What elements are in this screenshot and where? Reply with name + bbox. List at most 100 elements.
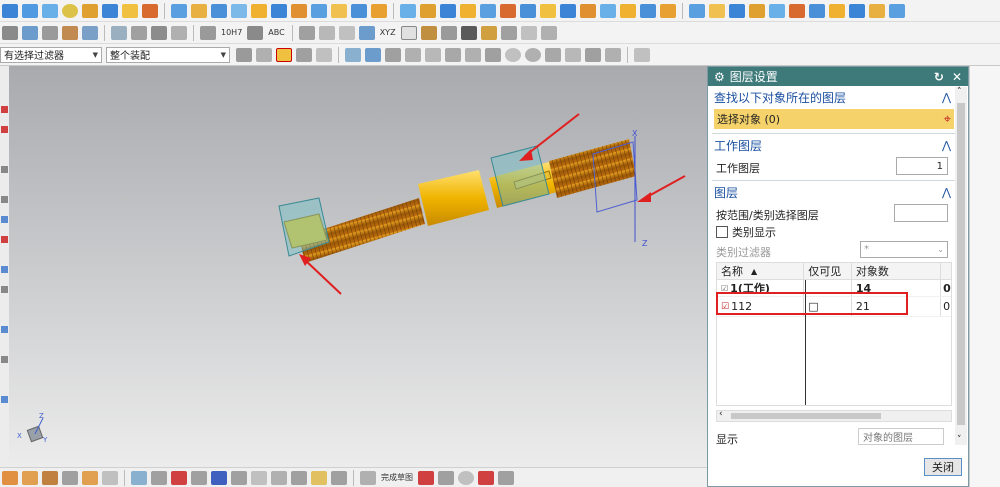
clear-selection-icon[interactable] — [605, 47, 621, 62]
explode-icon[interactable] — [82, 470, 98, 485]
mirror-curve-icon[interactable] — [251, 470, 267, 485]
camera-icon[interactable] — [460, 25, 477, 40]
category-filter-dropdown[interactable]: * ⌄ — [860, 241, 948, 258]
constraint-icon[interactable] — [62, 470, 78, 485]
history-icon[interactable] — [1, 196, 8, 203]
column-header-extra[interactable] — [941, 263, 951, 279]
category-display-toggle[interactable]: 类别显示 — [716, 224, 776, 240]
replace-face-icon[interactable] — [420, 3, 436, 18]
view-icon[interactable] — [849, 3, 865, 18]
profile-icon[interactable] — [151, 470, 167, 485]
circle-icon[interactable] — [458, 470, 474, 485]
sort-up-icon[interactable]: ▲ — [751, 267, 757, 276]
sketch-icon[interactable] — [689, 3, 705, 18]
thread-icon[interactable] — [620, 3, 636, 18]
render-icon[interactable] — [869, 3, 885, 18]
pattern-curve-icon[interactable] — [271, 470, 287, 485]
blend-icon[interactable] — [231, 3, 247, 18]
point-coord-label[interactable]: XYZ — [380, 28, 396, 37]
select-object-row[interactable]: 选择对象 (0) ⌖ — [714, 109, 954, 129]
reset-icon[interactable]: ↻ — [934, 70, 944, 84]
find-section-header[interactable]: 查找以下对象所在的图层 ⋀ — [714, 87, 954, 107]
scroll-thumb[interactable] — [957, 103, 965, 425]
view-frame-icon[interactable] — [111, 25, 127, 40]
plain-rectangle-icon[interactable] — [400, 25, 417, 40]
snap-options-icon[interactable] — [296, 47, 312, 62]
delete-face-icon[interactable] — [460, 3, 476, 18]
palette-icon[interactable] — [1, 326, 8, 333]
trim-body-icon[interactable] — [351, 3, 367, 18]
reuse-library-icon[interactable] — [1, 216, 8, 223]
vertical-scrollbar[interactable]: ˄ ˅ — [955, 87, 967, 445]
part-navigator-icon[interactable] — [1, 106, 8, 113]
column-header-count[interactable]: 对象数 — [852, 263, 942, 279]
shell-icon[interactable] — [271, 3, 287, 18]
graphics-viewport[interactable]: X Z Z X Y — [9, 66, 710, 467]
fit-tolerance-label[interactable]: 10H7 — [221, 28, 242, 37]
intersection-point-icon[interactable] — [485, 47, 501, 62]
mirror-icon[interactable] — [331, 3, 347, 18]
arc-icon[interactable] — [445, 47, 461, 62]
point-icon[interactable] — [478, 470, 494, 485]
chevron-left-icon[interactable]: ‹ — [719, 409, 723, 419]
assembly-scope-dropdown[interactable]: 整个装配 ▼ — [106, 46, 230, 63]
polyline-icon[interactable] — [438, 470, 454, 485]
tangent-point-icon[interactable] — [545, 47, 561, 62]
union-icon[interactable] — [171, 3, 187, 18]
triangle-icon[interactable] — [318, 25, 335, 40]
component-icon[interactable] — [2, 470, 18, 485]
cylinder-icon[interactable] — [42, 3, 58, 18]
select-filter-icon[interactable] — [256, 47, 272, 62]
move-face-icon[interactable] — [440, 3, 456, 18]
break-view-icon[interactable] — [171, 25, 187, 40]
note-icon[interactable] — [42, 25, 58, 40]
loft-icon[interactable] — [769, 3, 785, 18]
assembly-navigator-icon[interactable] — [1, 126, 8, 133]
chevron-up-icon[interactable]: ⋀ — [942, 91, 951, 104]
chevron-up-icon[interactable]: ⋀ — [942, 186, 951, 199]
sketch-plane-icon[interactable] — [131, 470, 147, 485]
datum-feature-icon[interactable] — [247, 25, 264, 40]
sew-icon[interactable] — [500, 3, 516, 18]
face-select-icon[interactable] — [365, 47, 381, 62]
rectangle-sketch-icon[interactable] — [498, 470, 514, 485]
close-icon[interactable]: ✕ — [952, 70, 962, 84]
groove-icon[interactable] — [560, 3, 576, 18]
horizontal-scrollbar[interactable]: ‹ — [716, 409, 952, 422]
datum-plane-icon[interactable] — [640, 3, 656, 18]
hatch-icon[interactable] — [62, 25, 78, 40]
manufacturing-wizards-icon[interactable] — [1, 396, 8, 403]
display-dropdown[interactable]: 对象的图层 — [858, 428, 944, 445]
rib-icon[interactable] — [600, 3, 616, 18]
curve-draw-icon[interactable] — [418, 470, 434, 485]
arrow-icon[interactable] — [358, 25, 375, 40]
split-body-icon[interactable] — [371, 3, 387, 18]
body-select-icon[interactable] — [345, 47, 361, 62]
emboss-icon[interactable] — [540, 3, 556, 18]
sequence-icon[interactable] — [102, 470, 118, 485]
draft-icon[interactable] — [291, 3, 307, 18]
system-scenes-icon[interactable] — [1, 286, 8, 293]
layer-icon[interactable] — [2, 25, 18, 40]
flower-icon[interactable] — [500, 25, 517, 40]
spline-icon[interactable] — [465, 47, 481, 62]
block-icon[interactable] — [22, 3, 38, 18]
line-icon[interactable] — [405, 47, 421, 62]
tag-icon[interactable] — [520, 25, 537, 40]
offset-face-icon[interactable] — [400, 3, 416, 18]
revolve-icon[interactable] — [102, 3, 118, 18]
intersect-icon[interactable] — [211, 3, 227, 18]
table-icon[interactable] — [22, 25, 38, 40]
move-component-icon[interactable] — [42, 470, 58, 485]
more-tools-icon[interactable] — [889, 3, 905, 18]
selection-filter-dropdown[interactable]: 有选择过滤器 ▼ — [0, 46, 102, 63]
trim-icon[interactable] — [191, 470, 207, 485]
center-point-icon[interactable] — [505, 47, 521, 62]
quadrant-icon[interactable] — [585, 47, 601, 62]
work-layer-input[interactable]: 1 — [896, 157, 948, 175]
constraint-add-icon[interactable] — [171, 470, 187, 485]
snap-point-icon[interactable] — [276, 47, 292, 62]
select-all-icon[interactable] — [236, 47, 252, 62]
pin-icon[interactable] — [311, 470, 327, 485]
centerline-icon[interactable] — [82, 25, 98, 40]
